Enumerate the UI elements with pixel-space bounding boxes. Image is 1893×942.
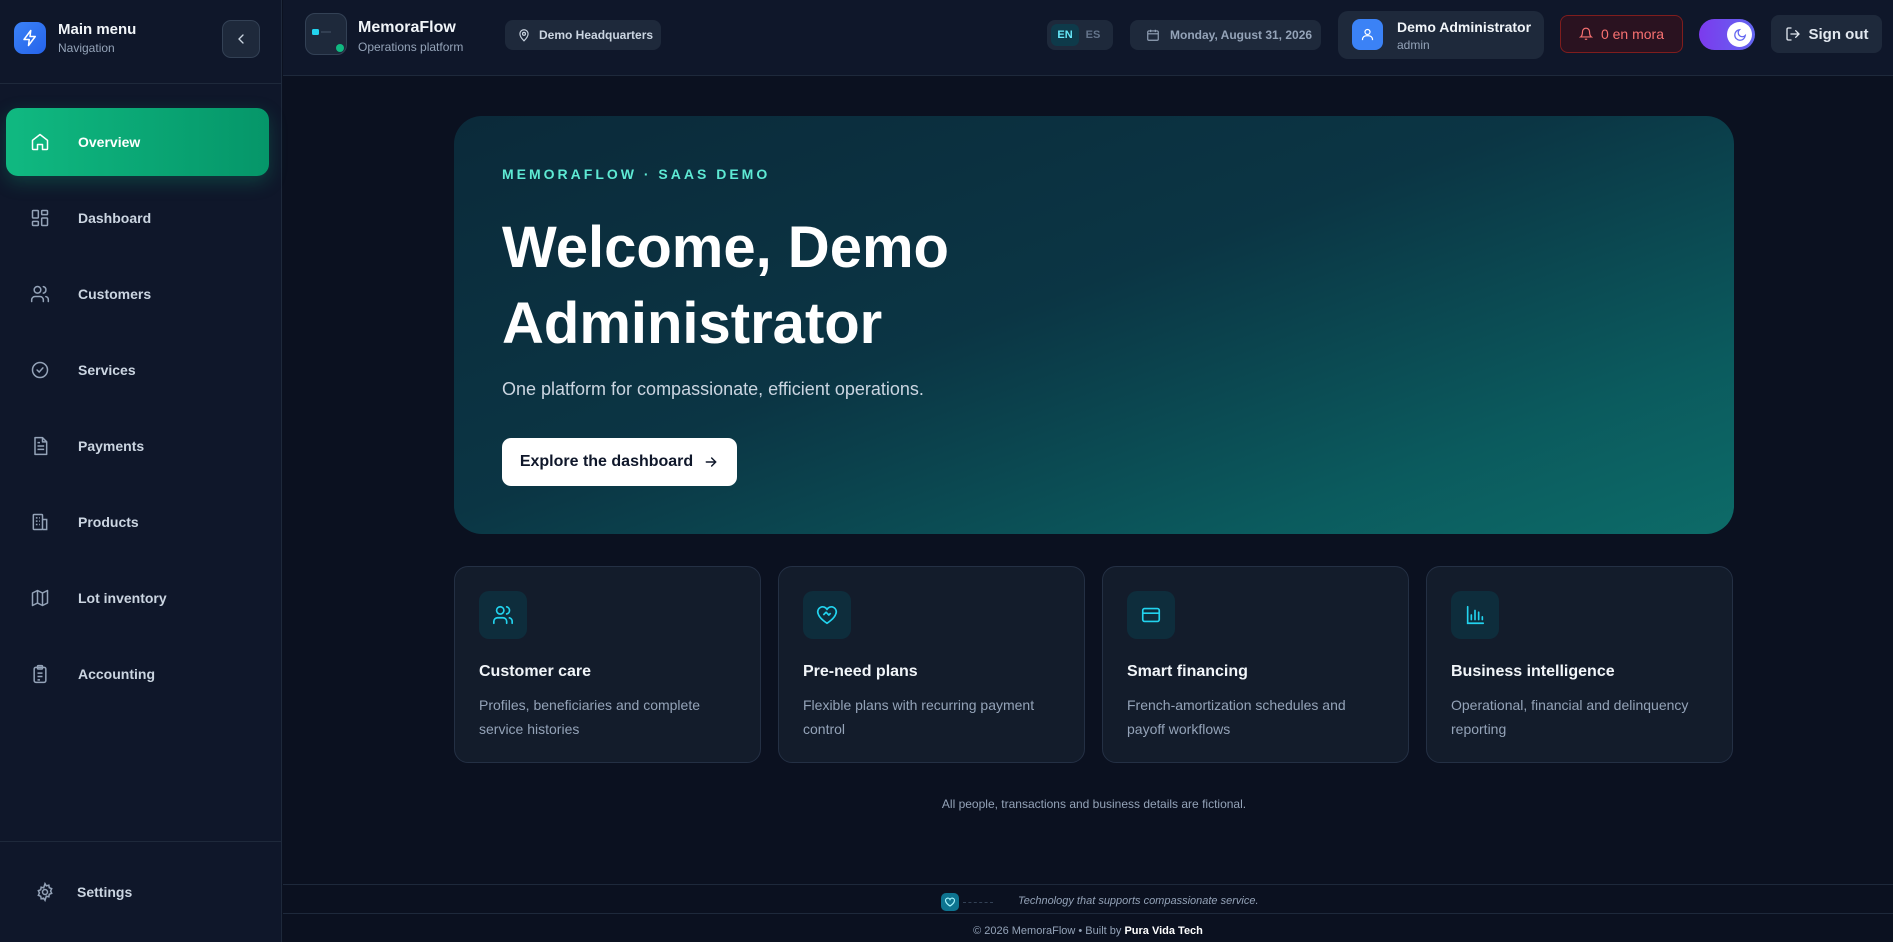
feature-title: Pre-need plans: [803, 663, 918, 680]
footer-divider: [963, 902, 993, 903]
check-circle-icon: [31, 361, 49, 379]
chevron-left-icon: [238, 34, 244, 44]
lang-en-button[interactable]: EN: [1051, 24, 1079, 46]
sidebar-footer: Settings: [0, 841, 282, 942]
feature-card-pre-need-plans: Pre-need plans Flexible plans with recur…: [778, 566, 1085, 763]
heart-shield-icon: [941, 893, 959, 911]
heart-handshake-icon: [803, 591, 851, 639]
building-icon: [32, 513, 48, 531]
footer-tagline: Technology that supports compassionate s…: [1018, 895, 1259, 907]
home-icon: [31, 133, 49, 151]
sidebar-item-label: Customers: [78, 286, 152, 302]
sidebar: Main menu Navigation Overview Dashboard …: [0, 0, 282, 942]
sidebar-item-label: Accounting: [78, 666, 155, 682]
language-switcher: EN ES: [1047, 20, 1113, 50]
sidebar-header: Main menu Navigation: [0, 0, 281, 84]
arrow-right-icon: [705, 457, 717, 467]
explore-dashboard-label: Explore the dashboard: [519, 453, 694, 470]
date-label: Monday, August 31, 2026: [1170, 28, 1313, 42]
user-name: Demo Administrator: [1397, 19, 1532, 35]
user-role: admin: [1397, 38, 1430, 52]
sidebar-item-label: Dashboard: [78, 210, 152, 226]
sidebar-item-lot-inventory[interactable]: Lot inventory: [6, 564, 269, 632]
sidebar-item-accounting[interactable]: Accounting: [6, 640, 269, 708]
hero-eyebrow: MEMORAFLOW · SAAS DEMO: [502, 166, 771, 182]
footer-copyright: © 2026 MemoraFlow • Built by Pura Vida T…: [283, 925, 1893, 937]
user-profile[interactable]: Demo Administrator admin: [1338, 11, 1544, 59]
delinquency-count: 0 en mora: [1600, 26, 1665, 42]
copyright-text: © 2026 MemoraFlow • Built by: [973, 925, 1122, 937]
sign-out-button[interactable]: Sign out: [1771, 15, 1882, 53]
sidebar-subtitle: Navigation: [58, 41, 115, 55]
sidebar-item-customers[interactable]: Customers: [6, 260, 269, 328]
bar-chart-icon: [1451, 591, 1499, 639]
logout-icon: [1785, 27, 1800, 41]
users-icon: [30, 285, 50, 303]
page-title: Welcome, Demo Administrator: [502, 215, 949, 356]
theme-toggle[interactable]: [1699, 19, 1755, 50]
bell-icon: [1578, 27, 1593, 40]
sign-out-label: Sign out: [1808, 25, 1869, 43]
document-icon: [34, 436, 48, 456]
page-footer: Technology that supports compassionate s…: [283, 884, 1893, 942]
map-icon: [31, 589, 49, 607]
gear-icon: [37, 882, 53, 902]
toggle-knob: [1727, 22, 1752, 47]
avatar: [1352, 19, 1383, 50]
feature-card-business-intelligence: Business intelligence Operational, finan…: [1426, 566, 1733, 763]
sidebar-item-label: Settings: [77, 884, 133, 900]
sidebar-item-label: Lot inventory: [78, 590, 167, 606]
builder-link[interactable]: Pura Vida Tech: [1124, 925, 1202, 937]
user-icon: [1361, 28, 1374, 41]
sidebar-item-services[interactable]: Services: [6, 336, 269, 404]
feature-description: Operational, financial and delinquency r…: [1451, 697, 1689, 737]
online-status-dot: [336, 44, 344, 52]
feature-description: Profiles, beneficiaries and complete ser…: [479, 697, 701, 737]
feature-description: Flexible plans with recurring payment co…: [803, 697, 1035, 737]
map-pin-icon: [519, 29, 529, 42]
delinquency-alert-button[interactable]: 0 en mora: [1560, 15, 1683, 53]
sidebar-item-products[interactable]: Products: [6, 488, 269, 556]
lightning-icon: [14, 22, 46, 54]
feature-title: Smart financing: [1127, 663, 1248, 680]
clipboard-icon: [33, 664, 47, 684]
sidebar-item-settings[interactable]: Settings: [35, 882, 132, 902]
sidebar-item-label: Services: [78, 362, 136, 378]
credit-card-icon: [1127, 591, 1175, 639]
sidebar-title: Main menu: [58, 21, 137, 38]
location-label: Demo Headquarters: [539, 28, 654, 42]
brand-subtitle: Operations platform: [358, 40, 464, 54]
hero-description: One platform for compassionate, efficien…: [502, 379, 924, 399]
users-icon: [479, 591, 527, 639]
calendar-icon: [1147, 29, 1159, 41]
moon-icon: [1733, 28, 1746, 41]
brand-name: MemoraFlow: [358, 19, 456, 36]
date-display: Monday, August 31, 2026: [1130, 20, 1321, 50]
brand-logo: [305, 13, 347, 55]
footer-divider: [283, 913, 1893, 914]
location-selector[interactable]: Demo Headquarters: [505, 20, 661, 50]
sidebar-item-label: Products: [78, 514, 139, 530]
sidebar-item-overview[interactable]: Overview: [6, 108, 269, 176]
fictional-disclaimer: All people, transactions and business de…: [941, 797, 1247, 811]
feature-title: Customer care: [479, 663, 592, 680]
top-header: MemoraFlow Operations platform Demo Head…: [283, 0, 1893, 76]
feature-card-customer-care: Customer care Profiles, beneficiaries an…: [454, 566, 761, 763]
feature-card-smart-financing: Smart financing French-amortization sche…: [1102, 566, 1409, 763]
sidebar-item-dashboard[interactable]: Dashboard: [6, 184, 269, 252]
sidebar-item-label: Overview: [78, 134, 141, 150]
hero-banner: MEMORAFLOW · SAAS DEMO Welcome, Demo Adm…: [454, 116, 1734, 534]
feature-description: French-amortization schedules and payoff…: [1127, 697, 1346, 737]
dashboard-grid-icon: [31, 209, 49, 227]
sidebar-item-payments[interactable]: Payments: [6, 412, 269, 480]
feature-title: Business intelligence: [1451, 663, 1615, 680]
lang-es-button[interactable]: ES: [1079, 24, 1107, 46]
collapse-sidebar-button[interactable]: [222, 20, 260, 58]
sidebar-item-label: Payments: [78, 438, 145, 454]
explore-dashboard-button[interactable]: Explore the dashboard: [502, 438, 737, 486]
